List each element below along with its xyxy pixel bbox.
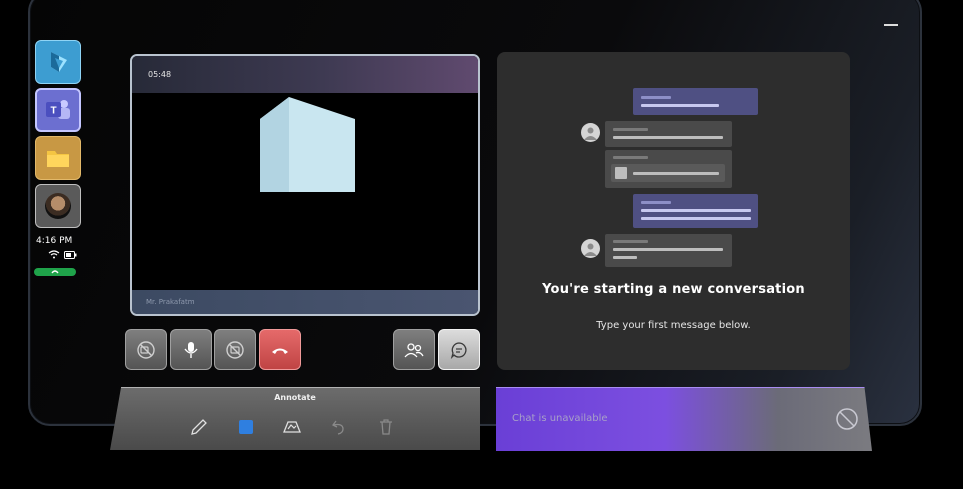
avatar xyxy=(45,193,71,219)
annotate-title: Annotate xyxy=(274,393,316,402)
teams-icon: T xyxy=(46,100,70,119)
teams-icon-letter: T xyxy=(50,106,56,117)
illustration-avatar xyxy=(581,123,600,142)
undo-button[interactable] xyxy=(328,416,350,438)
pen-icon xyxy=(191,419,207,435)
chat-input-placeholder: Chat is unavailable xyxy=(512,413,608,424)
color-picker-button[interactable] xyxy=(235,416,257,438)
video-toggle-button[interactable] xyxy=(125,329,167,370)
clock-time: 4:16 PM xyxy=(36,236,73,246)
unavailable-icon xyxy=(836,408,858,430)
video-footer: Mr. Prakafatm xyxy=(132,290,478,314)
participant-name: Mr. Prakafatm xyxy=(146,298,195,306)
hang-up-button[interactable] xyxy=(259,329,301,370)
illustration-bubble-me xyxy=(633,88,758,115)
chat-empty-subtitle: Type your first message below. xyxy=(596,320,751,331)
folder-icon xyxy=(47,151,69,167)
video-off-icon xyxy=(137,340,155,359)
status-icons xyxy=(48,250,77,259)
chat-button[interactable] xyxy=(438,329,480,370)
microphone-icon xyxy=(184,341,198,358)
phone-icon xyxy=(51,270,59,274)
minimize-button[interactable] xyxy=(884,24,898,26)
battery-icon xyxy=(64,250,77,259)
video-window[interactable]: 05:48 Mr. Prakafatm xyxy=(130,54,480,316)
share-toggle-button[interactable] xyxy=(214,329,256,370)
chat-icon xyxy=(450,341,467,359)
undo-icon xyxy=(332,420,344,435)
share-off-icon xyxy=(226,340,244,359)
color-swatch-icon xyxy=(239,420,253,434)
delete-icon xyxy=(380,419,392,435)
delete-button[interactable] xyxy=(375,416,397,438)
chat-input-field[interactable]: Chat is unavailable xyxy=(496,387,872,451)
hang-up-icon xyxy=(272,348,288,354)
chat-panel: You're starting a new conversation Type … xyxy=(497,52,850,370)
annotate-toolbar: Annotate xyxy=(110,387,480,450)
wifi-icon xyxy=(48,250,60,259)
microphone-button[interactable] xyxy=(170,329,212,370)
dynamics-app-button[interactable] xyxy=(35,40,81,84)
shared-3d-object xyxy=(260,97,355,192)
illustration-bubble-attachment xyxy=(605,150,732,188)
illustration-bubble-other-2 xyxy=(605,234,732,267)
files-app-button[interactable] xyxy=(35,136,81,180)
ink-tool-button[interactable] xyxy=(281,416,303,438)
people-icon xyxy=(404,342,424,357)
ink-tool-icon xyxy=(283,421,301,433)
illustration-bubble-me-2 xyxy=(633,194,758,228)
teams-app-button[interactable]: T xyxy=(35,88,81,132)
pen-tool-button[interactable] xyxy=(188,416,210,438)
profile-button[interactable] xyxy=(35,184,81,228)
illustration-avatar-2 xyxy=(581,239,600,258)
active-call-indicator[interactable] xyxy=(34,268,76,276)
dynamics-icon xyxy=(51,52,67,72)
chat-empty-title: You're starting a new conversation xyxy=(542,282,805,297)
illustration-bubble-other xyxy=(605,121,732,147)
participants-button[interactable] xyxy=(393,329,435,370)
